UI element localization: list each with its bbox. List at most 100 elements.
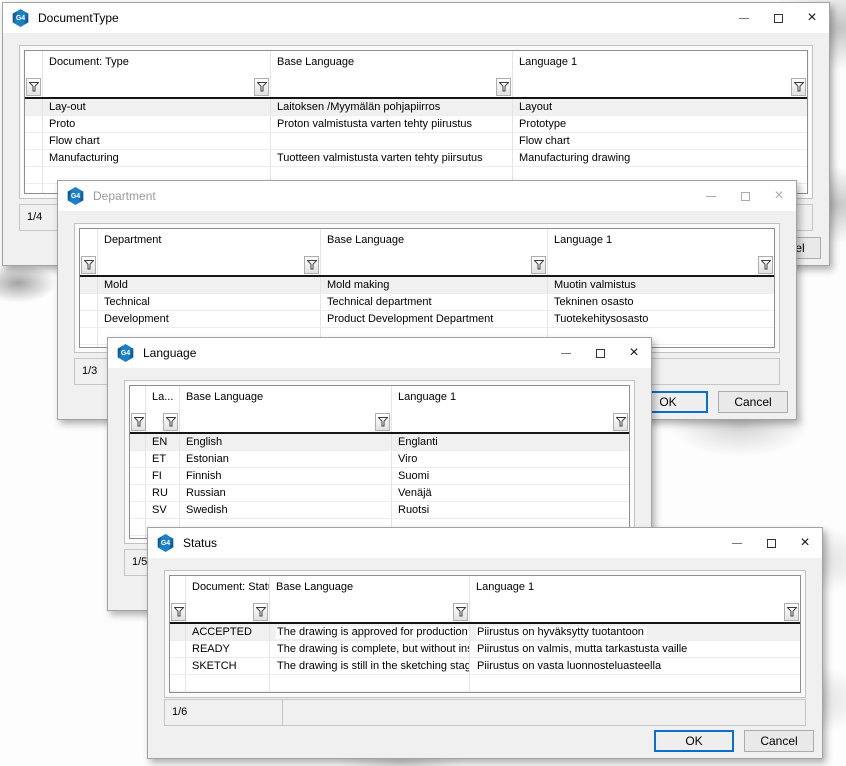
- filter-input[interactable]: [271, 77, 513, 97]
- table-cell[interactable]: The drawing is approved for production: [270, 624, 470, 640]
- column-header[interactable]: Base Language: [271, 51, 513, 77]
- column-header[interactable]: Language 1: [392, 386, 629, 412]
- table-cell[interactable]: The drawing is complete, but without ins…: [270, 641, 470, 657]
- filter-icon[interactable]: [613, 413, 628, 431]
- close-button[interactable]: ×: [617, 338, 651, 368]
- column-header[interactable]: Language 1: [548, 229, 774, 255]
- column-header[interactable]: Base Language: [180, 386, 392, 412]
- table-row[interactable]: Flow chart Flow chart: [25, 133, 807, 150]
- filter-input[interactable]: [548, 255, 774, 275]
- table-row[interactable]: ENEnglishEnglanti: [130, 434, 629, 451]
- filter-input[interactable]: [98, 255, 321, 275]
- filter-input[interactable]: [146, 412, 180, 432]
- filter-input[interactable]: [270, 602, 470, 622]
- column-header[interactable]: Language 1: [513, 51, 807, 77]
- table-cell[interactable]: Prototype: [513, 116, 807, 132]
- maximize-button[interactable]: [583, 338, 617, 368]
- table-cell[interactable]: Ruotsi: [392, 502, 629, 518]
- table-row[interactable]: ManufacturingTuotteen valmistusta varten…: [25, 150, 807, 167]
- table-cell[interactable]: Proton valmistusta varten tehty piirustu…: [271, 116, 513, 132]
- cancel-button[interactable]: Cancel: [718, 391, 788, 413]
- column-header[interactable]: Base Language: [270, 576, 470, 602]
- filter-icon[interactable]: [304, 256, 319, 274]
- filter-icon[interactable]: [26, 78, 41, 96]
- table-cell[interactable]: Estonian: [180, 451, 392, 467]
- column-header[interactable]: Document: Status: [186, 576, 270, 602]
- table-cell[interactable]: SKETCH: [186, 658, 270, 674]
- filter-icon[interactable]: [171, 603, 186, 621]
- maximize-button[interactable]: [761, 3, 795, 33]
- table-cell[interactable]: EN: [146, 434, 180, 450]
- cancel-button[interactable]: Cancel: [744, 730, 814, 752]
- table-cell[interactable]: Laitoksen /Myymälän pohjapiirros: [271, 99, 513, 115]
- table-row[interactable]: SVSwedishRuotsi: [130, 502, 629, 519]
- table-cell[interactable]: Russian: [180, 485, 392, 501]
- table-cell[interactable]: Mold making: [321, 277, 548, 293]
- table-row[interactable]: RURussianVenäjä: [130, 485, 629, 502]
- table-row[interactable]: SKETCHThe drawing is still in the sketch…: [170, 658, 800, 675]
- table-row[interactable]: ACCEPTEDThe drawing is approved for prod…: [170, 624, 800, 641]
- filter-icon[interactable]: [163, 413, 178, 431]
- table-cell[interactable]: FI: [146, 468, 180, 484]
- table-cell[interactable]: Flow chart: [513, 133, 807, 149]
- table-cell[interactable]: ACCEPTED: [186, 624, 270, 640]
- table-cell[interactable]: Proto: [43, 116, 271, 132]
- filter-icon[interactable]: [453, 603, 468, 621]
- column-header[interactable]: Base Language: [321, 229, 548, 255]
- column-header[interactable]: Department: [98, 229, 321, 255]
- filter-input[interactable]: [321, 255, 548, 275]
- table-cell[interactable]: Englanti: [392, 434, 629, 450]
- table-cell[interactable]: Suomi: [392, 468, 629, 484]
- table-cell[interactable]: Layout: [513, 99, 807, 115]
- table-cell[interactable]: Tuotekehitysosasto: [548, 311, 774, 327]
- table-cell[interactable]: Product Development Department: [321, 311, 548, 327]
- table-row[interactable]: Lay-outLaitoksen /Myymälän pohjapiirrosL…: [25, 99, 807, 116]
- table-cell[interactable]: Tuotteen valmistusta varten tehty piirsu…: [271, 150, 513, 166]
- table-cell[interactable]: Mold: [98, 277, 321, 293]
- filter-input[interactable]: [470, 602, 800, 622]
- minimize-button[interactable]: [727, 3, 761, 33]
- table-cell[interactable]: Swedish: [180, 502, 392, 518]
- table-cell[interactable]: Manufacturing: [43, 150, 271, 166]
- maximize-button[interactable]: [754, 528, 788, 558]
- table-row[interactable]: MoldMold makingMuotin valmistus: [80, 277, 774, 294]
- table-row[interactable]: ETEstonianViro: [130, 451, 629, 468]
- table-cell[interactable]: RU: [146, 485, 180, 501]
- minimize-button[interactable]: [694, 181, 728, 211]
- table-row[interactable]: READYThe drawing is complete, but withou…: [170, 641, 800, 658]
- minimize-button[interactable]: [549, 338, 583, 368]
- minimize-button[interactable]: [720, 528, 754, 558]
- filter-input[interactable]: [43, 77, 271, 97]
- column-header[interactable]: Language 1: [470, 576, 800, 602]
- ok-button[interactable]: OK: [654, 730, 734, 752]
- table-row[interactable]: FIFinnishSuomi: [130, 468, 629, 485]
- titlebar[interactable]: G4 Status ×: [148, 528, 822, 558]
- table-cell[interactable]: Piirustus on vasta luonnosteluasteella: [470, 658, 800, 674]
- table-cell[interactable]: Tekninen osasto: [548, 294, 774, 310]
- table-cell[interactable]: English: [180, 434, 392, 450]
- table-cell[interactable]: Finnish: [180, 468, 392, 484]
- table-cell[interactable]: Viro: [392, 451, 629, 467]
- column-header[interactable]: Document: Type: [43, 51, 271, 77]
- column-header[interactable]: La...: [146, 386, 180, 412]
- table-row[interactable]: ProtoProton valmistusta varten tehty pii…: [25, 116, 807, 133]
- table-cell[interactable]: ET: [146, 451, 180, 467]
- filter-icon[interactable]: [531, 256, 546, 274]
- table-cell[interactable]: The drawing is still in the sketching st…: [270, 658, 470, 674]
- table-row[interactable]: TechnicalTechnical departmentTekninen os…: [80, 294, 774, 311]
- table-cell[interactable]: Technical department: [321, 294, 548, 310]
- table-row[interactable]: DevelopmentProduct Development Departmen…: [80, 311, 774, 328]
- table-cell[interactable]: Piirustus on valmis, mutta tarkastusta v…: [470, 641, 800, 657]
- table-cell[interactable]: Flow chart: [43, 133, 271, 149]
- table-cell[interactable]: Lay-out: [43, 99, 271, 115]
- titlebar[interactable]: G4 Language ×: [108, 338, 651, 368]
- table-cell[interactable]: Technical: [98, 294, 321, 310]
- table-cell[interactable]: Piirustus on hyväksytty tuotantoon: [470, 624, 800, 640]
- filter-icon[interactable]: [254, 78, 269, 96]
- table-cell[interactable]: SV: [146, 502, 180, 518]
- table-cell[interactable]: Muotin valmistus: [548, 277, 774, 293]
- maximize-button[interactable]: [728, 181, 762, 211]
- filter-input[interactable]: [513, 77, 807, 97]
- table-cell[interactable]: Development: [98, 311, 321, 327]
- filter-icon[interactable]: [496, 78, 511, 96]
